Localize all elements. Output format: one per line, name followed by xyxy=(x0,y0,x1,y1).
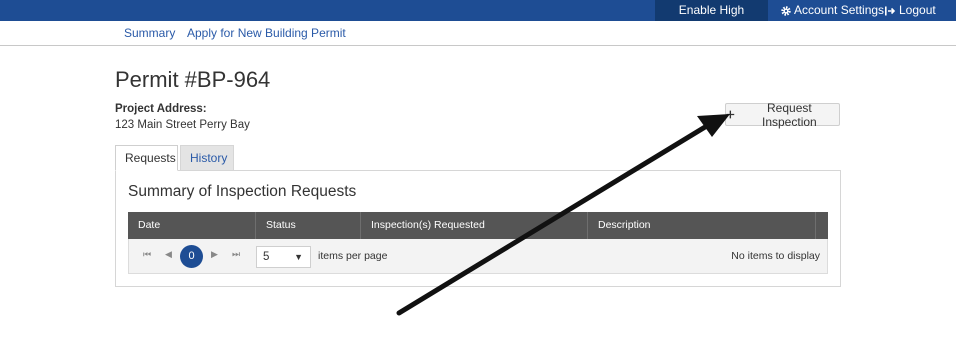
account-settings-label: Account Settings xyxy=(794,3,885,17)
account-settings-link[interactable]: Account Settings xyxy=(780,0,884,21)
inspection-requests-panel: Summary of Inspection Requests Date Stat… xyxy=(115,170,841,287)
page-size-value: 5 xyxy=(263,251,270,263)
tab-history[interactable]: History xyxy=(180,145,234,171)
last-page-icon[interactable]: ⏭ xyxy=(232,249,240,260)
nav-apply-permit-link[interactable]: Apply for New Building Permit xyxy=(187,21,346,45)
gear-icon xyxy=(781,5,791,16)
column-header-description[interactable]: Description xyxy=(588,212,816,239)
project-address-label: Project Address: xyxy=(115,103,207,115)
prev-page-icon[interactable]: ◀ xyxy=(165,249,172,260)
plus-icon xyxy=(726,110,735,119)
nav-summary-link[interactable]: Summary xyxy=(124,21,175,45)
column-header-inspections[interactable]: Inspection(s) Requested xyxy=(361,212,588,239)
current-page-button[interactable]: 0 xyxy=(180,245,203,268)
column-header-status[interactable]: Status xyxy=(256,212,361,239)
items-per-page-label: items per page xyxy=(318,250,388,262)
high-contrast-button[interactable]: Enable High Contrast xyxy=(655,0,768,38)
column-header-date[interactable]: Date xyxy=(128,212,256,239)
request-inspection-label: Request Inspection xyxy=(762,100,817,129)
request-inspection-button[interactable]: Request Inspection xyxy=(725,100,840,129)
next-page-icon[interactable]: ▶ xyxy=(211,249,218,260)
logout-label: Logout xyxy=(899,3,936,17)
top-bar: Enable High Contrast Account Settings Lo… xyxy=(0,0,956,38)
grid-header: Date Status Inspection(s) Requested Desc… xyxy=(128,212,828,239)
logout-link[interactable]: Logout xyxy=(884,0,936,21)
caret-down-icon: ▼ xyxy=(294,252,303,262)
page-title: Permit #BP-964 xyxy=(115,67,271,92)
panel-title: Summary of Inspection Requests xyxy=(128,183,357,200)
sub-navigation: Summary Apply for New Building Permit xyxy=(0,21,956,46)
logout-icon xyxy=(885,6,896,15)
project-address-value: 123 Main Street Perry Bay xyxy=(115,119,250,131)
no-items-message: No items to display xyxy=(731,250,820,262)
first-page-icon[interactable]: ⏮ xyxy=(143,249,151,260)
page-size-select[interactable]: 5 ▼ xyxy=(256,246,311,268)
grid-scroll-spacer xyxy=(816,212,828,239)
grid-pager: ⏮ ◀ 0 ▶ ⏭ 5 ▼ items per page No items to… xyxy=(128,239,828,274)
tab-requests[interactable]: Requests xyxy=(115,145,178,171)
